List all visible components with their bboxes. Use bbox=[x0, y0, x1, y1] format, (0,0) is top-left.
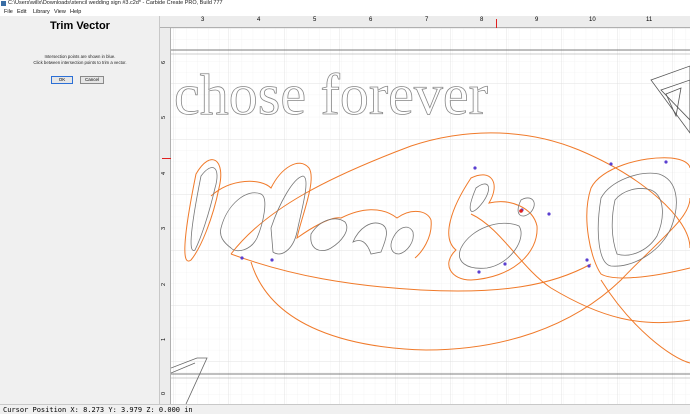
title-bar: C:\Users\willx\Downloads\stencil wedding… bbox=[0, 0, 690, 8]
intersection-point[interactable] bbox=[609, 162, 613, 166]
panel-title: Trim Vector bbox=[50, 20, 110, 32]
ruler-label: 5 bbox=[313, 17, 317, 23]
design-canvas[interactable]: 3 4 5 6 7 8 9 10 11 6 5 4 3 2 1 0 chose … bbox=[160, 16, 690, 404]
ruler-label: 1 bbox=[161, 337, 167, 341]
ruler-label: 8 bbox=[480, 17, 484, 23]
intersection-point[interactable] bbox=[547, 212, 551, 216]
ok-button[interactable]: OK bbox=[51, 76, 73, 84]
ruler-cursor-marker bbox=[496, 19, 497, 28]
ruler-label: 5 bbox=[161, 115, 167, 119]
menu-library[interactable]: Library bbox=[33, 8, 50, 16]
intersection-point[interactable] bbox=[585, 258, 589, 262]
ruler-label: 4 bbox=[257, 17, 261, 23]
ruler-label: 7 bbox=[425, 17, 429, 23]
intersection-point[interactable] bbox=[473, 166, 477, 170]
ruler-label: 2 bbox=[161, 282, 167, 286]
ruler-label: 11 bbox=[646, 17, 653, 23]
ruler-label: 9 bbox=[535, 17, 539, 23]
panel-message-line1: Intersection points are shown in blue. bbox=[44, 54, 116, 59]
cancel-button[interactable]: Cancel bbox=[80, 76, 104, 84]
headline-text-outline[interactable]: chose forever bbox=[174, 62, 489, 128]
intersection-point[interactable] bbox=[477, 270, 481, 274]
panel-message-line2: Click between intersection points to tri… bbox=[33, 60, 127, 65]
menu-file[interactable]: File bbox=[4, 8, 13, 16]
menu-help[interactable]: Help bbox=[70, 8, 81, 16]
menu-edit[interactable]: Edit bbox=[17, 8, 26, 16]
intersection-point[interactable] bbox=[587, 264, 591, 268]
menu-bar: File Edit Library View Help bbox=[0, 8, 690, 16]
ruler-label: 3 bbox=[201, 17, 205, 23]
intersection-point[interactable] bbox=[503, 262, 507, 266]
trim-vector-panel: Trim Vector Intersection points are show… bbox=[0, 16, 160, 404]
ruler-label: 6 bbox=[161, 60, 167, 64]
ruler-label: 6 bbox=[369, 17, 373, 23]
selected-point[interactable] bbox=[519, 209, 523, 213]
ruler-label: 0 bbox=[161, 391, 167, 395]
vertical-ruler: 6 5 4 3 2 1 0 bbox=[160, 28, 171, 404]
ruler-label: 3 bbox=[161, 226, 167, 230]
app-icon bbox=[1, 1, 6, 6]
horizontal-ruler: 3 4 5 6 7 8 9 10 11 bbox=[160, 16, 690, 28]
ruler-label: 10 bbox=[589, 17, 596, 23]
window-title: C:\Users\willx\Downloads\stencil wedding… bbox=[8, 0, 223, 6]
ruler-label: 4 bbox=[161, 171, 167, 175]
intersection-point[interactable] bbox=[240, 256, 244, 260]
drawing-surface[interactable]: chose forever bbox=[171, 28, 690, 404]
intersection-point[interactable] bbox=[270, 258, 274, 262]
cursor-position-readout: Cursor Position X: 8.273 Y: 3.979 Z: 0.0… bbox=[3, 406, 193, 414]
intersection-point[interactable] bbox=[664, 160, 668, 164]
menu-view[interactable]: View bbox=[54, 8, 66, 16]
status-bar: Cursor Position X: 8.273 Y: 3.979 Z: 0.0… bbox=[0, 404, 690, 414]
ruler-cursor-marker bbox=[162, 158, 171, 159]
